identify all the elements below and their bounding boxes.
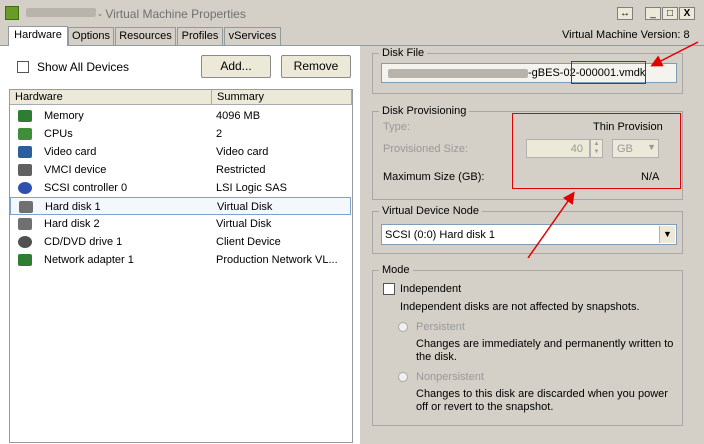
annotation-arrows: [527, 41, 699, 259]
tab-hardware[interactable]: Hardware: [8, 26, 68, 46]
arrow-to-disk-file: [650, 41, 699, 67]
arrow-to-provisioning: [527, 191, 575, 259]
